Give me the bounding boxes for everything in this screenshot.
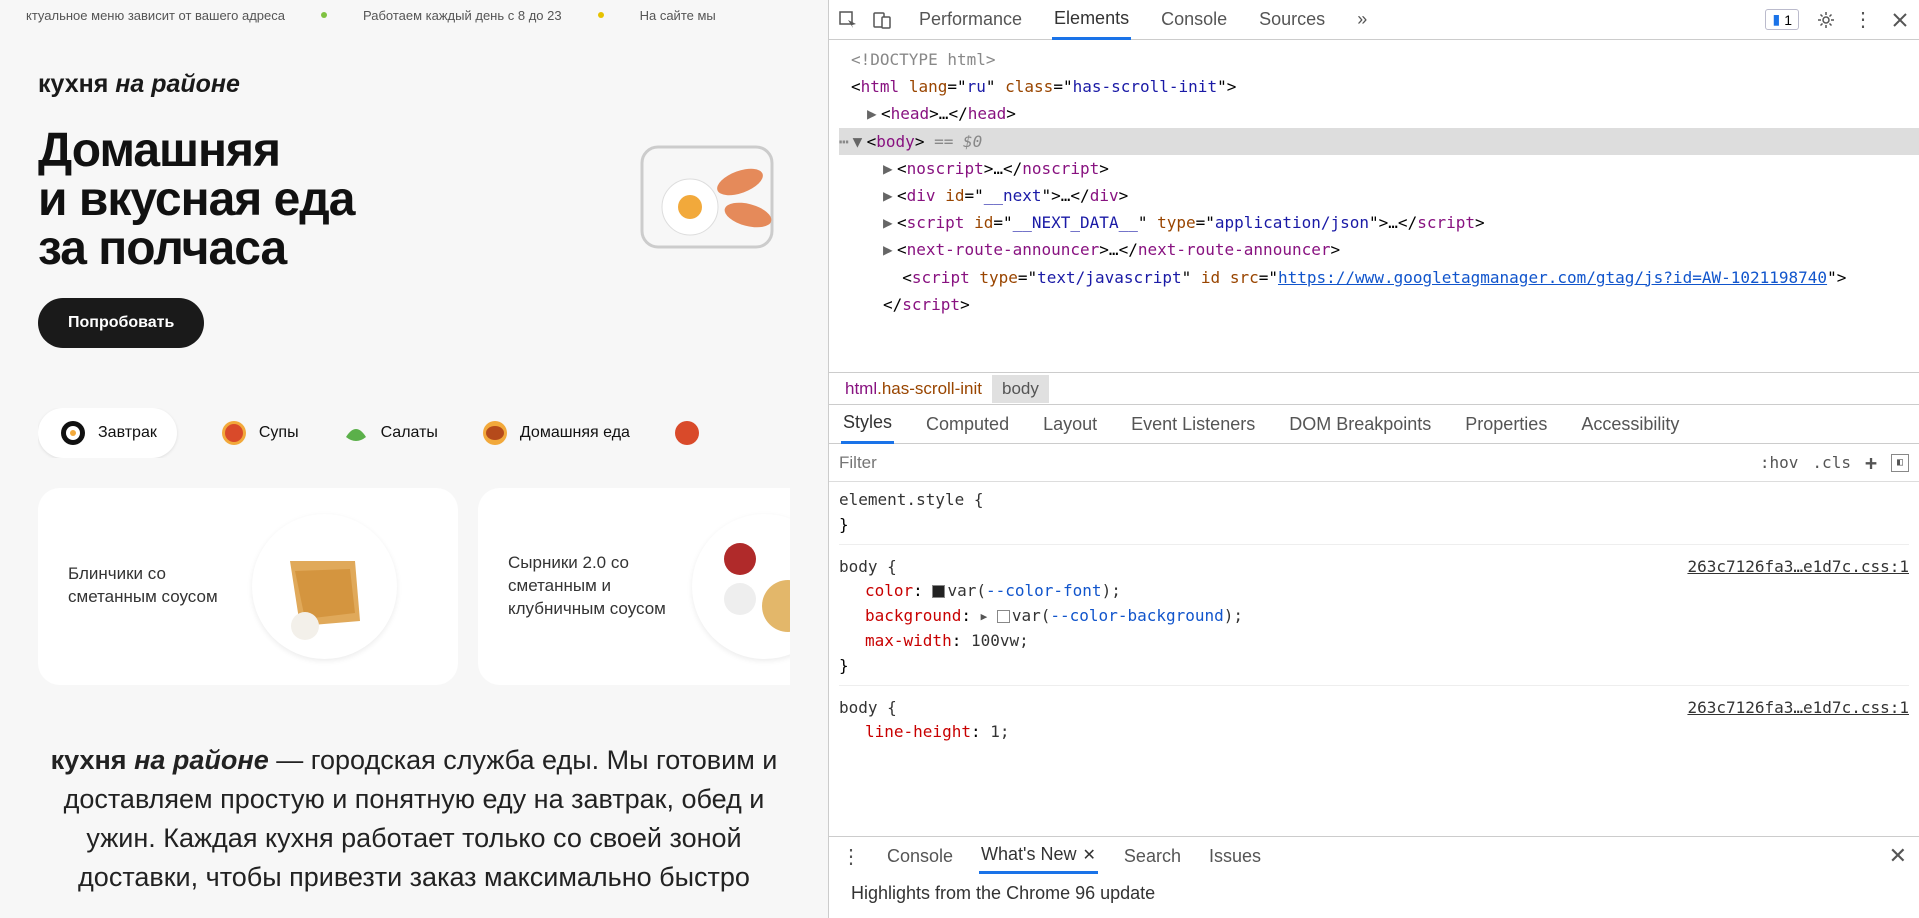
gear-icon[interactable] <box>1815 9 1837 31</box>
salad-icon <box>341 418 371 448</box>
issues-count: 1 <box>1784 12 1792 28</box>
add-rule-icon[interactable]: + <box>1865 451 1877 475</box>
styles-filter-row: :hov .cls + ◧ <box>829 444 1919 482</box>
style-rule[interactable]: element.style { } <box>839 488 1909 545</box>
box-model-toggle-icon[interactable]: ◧ <box>1891 454 1909 472</box>
issues-badge[interactable]: ▮ 1 <box>1765 9 1799 30</box>
hero-headline: Домашняя и вкусная еда за полчаса <box>38 127 354 274</box>
dish-image <box>252 514 397 659</box>
description-text: кухня на районе — городская служба еды. … <box>38 741 790 898</box>
device-toggle-icon[interactable] <box>871 9 893 31</box>
dish-title: Сырники 2.0 со сметанным и клубничным со… <box>508 552 678 621</box>
dish-card[interactable]: Сырники 2.0 со сметанным и клубничным со… <box>478 488 790 685</box>
inspect-icon[interactable] <box>837 9 859 31</box>
color-swatch-icon[interactable] <box>997 610 1010 623</box>
tab-accessibility[interactable]: Accessibility <box>1579 406 1681 443</box>
crumb-body[interactable]: body <box>992 375 1049 403</box>
tab-dom-breakpoints[interactable]: DOM Breakpoints <box>1287 406 1433 443</box>
category-label: Супы <box>259 424 299 442</box>
drawer-content: Highlights from the Chrome 96 update <box>829 875 1919 912</box>
dot-icon <box>321 12 327 18</box>
tab-console[interactable]: Console <box>1159 1 1229 38</box>
tab-event-listeners[interactable]: Event Listeners <box>1129 406 1257 443</box>
dom-node[interactable]: ▶<head>…</head> <box>839 100 1919 127</box>
dom-node[interactable]: <!DOCTYPE html> <box>839 46 1919 73</box>
homefood-icon <box>480 418 510 448</box>
issue-icon: ▮ <box>1772 11 1780 28</box>
styles-filter-input[interactable] <box>829 447 1750 479</box>
style-rule[interactable]: body {263c7126fa3…e1d7c.css:1 line-heigh… <box>839 696 1909 752</box>
category-tab-breakfast[interactable]: Завтрак <box>38 408 177 458</box>
hov-toggle[interactable]: :hov <box>1760 453 1799 472</box>
close-icon[interactable]: ✕ <box>1083 845 1096 865</box>
dom-tree[interactable]: <!DOCTYPE html> <html lang="ru" class="h… <box>829 40 1919 372</box>
kebab-icon[interactable]: ⋮ <box>841 844 861 869</box>
dom-node[interactable]: <html lang="ru" class="has-scroll-init"> <box>839 73 1919 100</box>
dot-icon <box>598 12 604 18</box>
breadcrumb: html.has-scroll-init body <box>829 372 1919 404</box>
drawer-tab-console[interactable]: Console <box>885 840 955 873</box>
styles-tabs: Styles Computed Layout Event Listeners D… <box>829 404 1919 444</box>
brand-logo[interactable]: кухня на районе <box>38 70 790 99</box>
close-icon[interactable]: ✕ <box>1889 843 1907 869</box>
tab-layout[interactable]: Layout <box>1041 406 1099 443</box>
drawer-tab-whats-new[interactable]: What's New✕ <box>979 838 1098 874</box>
category-tab-more[interactable] <box>672 418 702 448</box>
dom-node[interactable]: ▶<div id="__next">…</div> <box>839 182 1919 209</box>
tab-overflow[interactable]: » <box>1355 1 1369 38</box>
style-rule[interactable]: body {263c7126fa3…e1d7c.css:1 color: var… <box>839 555 1909 686</box>
devtools-panel: Performance Elements Console Sources » ▮… <box>828 0 1919 918</box>
ticker-item: На сайте мы <box>640 8 716 23</box>
kebab-icon[interactable]: ⋮ <box>1853 7 1873 32</box>
tab-computed[interactable]: Computed <box>924 406 1011 443</box>
styles-pane[interactable]: element.style { } body {263c7126fa3…e1d7… <box>829 482 1919 836</box>
more-food-icon <box>672 418 702 448</box>
tab-performance[interactable]: Performance <box>917 1 1024 38</box>
category-tab-home[interactable]: Домашняя еда <box>480 418 630 448</box>
category-tabs: Завтрак Супы Салаты Домашняя еда <box>38 408 790 458</box>
dom-node[interactable]: ▶<script id="__NEXT_DATA__" type="applic… <box>839 209 1919 236</box>
close-icon[interactable] <box>1889 9 1911 31</box>
dish-card[interactable]: Блинчики со сметанным соусом <box>38 488 458 685</box>
drawer-tab-search[interactable]: Search <box>1122 840 1183 873</box>
hero-illustration <box>630 127 790 267</box>
tab-styles[interactable]: Styles <box>841 404 894 444</box>
color-swatch-icon[interactable] <box>932 585 945 598</box>
tab-sources[interactable]: Sources <box>1257 1 1327 38</box>
source-link[interactable]: 263c7126fa3…e1d7c.css:1 <box>1687 696 1909 721</box>
soup-icon <box>219 418 249 448</box>
ticker-bar: ктуальное меню зависит от вашего адреса … <box>0 0 828 30</box>
tab-elements[interactable]: Elements <box>1052 0 1131 40</box>
devtools-toolbar: Performance Elements Console Sources » ▮… <box>829 0 1919 40</box>
tab-properties[interactable]: Properties <box>1463 406 1549 443</box>
expand-shorthand-icon[interactable]: ▶ <box>981 608 988 625</box>
dish-title: Блинчики со сметанным соусом <box>68 563 238 609</box>
category-tab-salads[interactable]: Салаты <box>341 418 438 448</box>
dom-node-selected[interactable]: ⋯▼<body> == $0 <box>839 128 1919 155</box>
dom-node[interactable]: ▶<noscript>…</noscript> <box>839 155 1919 182</box>
drawer-panel: ⋮ Console What's New✕ Search Issues ✕ Hi… <box>829 836 1919 918</box>
ticker-item: ктуальное меню зависит от вашего адреса <box>26 8 285 23</box>
ticker-item: Работаем каждый день с 8 до 23 <box>363 8 562 23</box>
category-tab-soups[interactable]: Супы <box>219 418 299 448</box>
drawer-tab-issues[interactable]: Issues <box>1207 840 1263 873</box>
category-label: Домашняя еда <box>520 424 630 442</box>
dom-node[interactable]: ▶<next-route-announcer>…</next-route-ann… <box>839 236 1919 263</box>
dom-node[interactable]: <script type="text/javascript" id src="h… <box>839 264 1919 318</box>
website-viewport: ктуальное меню зависит от вашего адреса … <box>0 0 828 918</box>
dish-image <box>692 514 790 659</box>
category-label: Салаты <box>381 424 438 442</box>
source-link[interactable]: 263c7126fa3…e1d7c.css:1 <box>1687 555 1909 580</box>
breakfast-icon <box>58 418 88 448</box>
crumb-html[interactable]: html.has-scroll-init <box>835 375 992 403</box>
cta-button[interactable]: Попробовать <box>38 298 204 348</box>
cls-toggle[interactable]: .cls <box>1812 453 1851 472</box>
category-label: Завтрак <box>98 424 157 442</box>
